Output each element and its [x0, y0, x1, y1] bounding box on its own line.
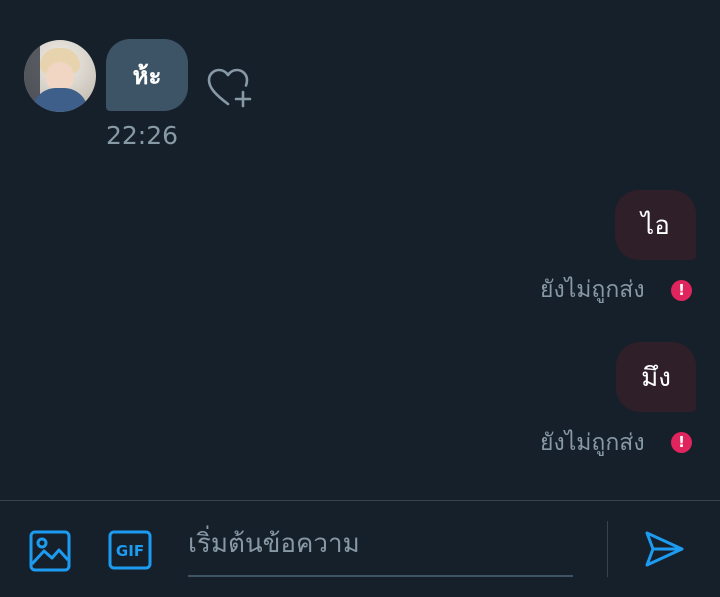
message-input-wrapper	[188, 521, 573, 577]
outgoing-message-text: ไอ	[641, 210, 670, 241]
send-button[interactable]	[643, 529, 685, 569]
error-exclamation-icon[interactable]: !	[671, 432, 692, 453]
message-status[interactable]: ยังไม่ถูกส่ง	[540, 272, 645, 308]
message-composer: GIF	[0, 500, 720, 597]
outgoing-message-bubble[interactable]: มึง	[616, 342, 696, 412]
message-input[interactable]	[188, 521, 573, 567]
image-icon	[29, 530, 71, 572]
divider	[607, 521, 608, 577]
dm-conversation: ห้ะ 22:26 ไอ ยังไม่ถูกส่ง ! มึง ยังไม่ถู…	[0, 0, 720, 597]
incoming-message-text: ห้ะ	[132, 61, 162, 90]
outgoing-message-text: มึง	[641, 362, 671, 393]
gif-label: GIF	[116, 542, 144, 560]
heart-plus-icon	[207, 68, 252, 108]
error-exclamation-icon[interactable]: !	[671, 280, 692, 301]
like-message-button[interactable]	[206, 66, 254, 110]
avatar[interactable]	[24, 40, 96, 112]
outgoing-message-bubble[interactable]: ไอ	[615, 190, 696, 260]
message-timestamp: 22:26	[106, 121, 179, 150]
incoming-message-bubble[interactable]: ห้ะ	[106, 39, 188, 111]
message-status[interactable]: ยังไม่ถูกส่ง	[540, 425, 645, 461]
gif-icon: GIF	[108, 530, 152, 570]
add-image-button[interactable]	[29, 530, 71, 572]
add-gif-button[interactable]: GIF	[108, 530, 152, 570]
send-icon	[645, 531, 684, 567]
